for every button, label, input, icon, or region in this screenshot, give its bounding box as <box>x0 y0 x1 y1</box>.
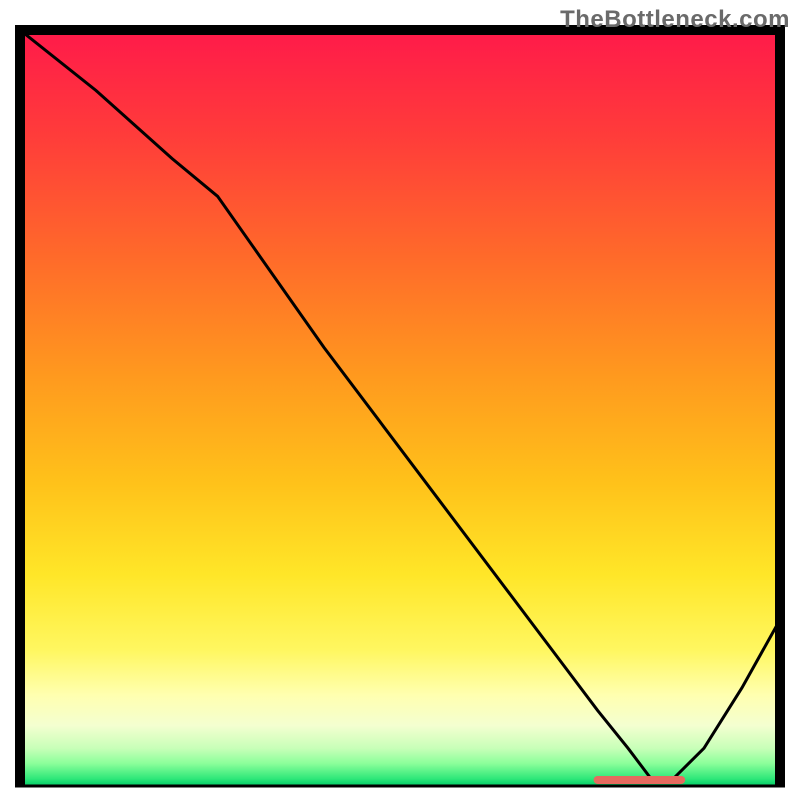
bottleneck-chart <box>0 0 800 800</box>
chart-container: TheBottleneck.com <box>0 0 800 800</box>
gradient-background <box>20 30 780 786</box>
watermark-text: TheBottleneck.com <box>560 6 790 34</box>
